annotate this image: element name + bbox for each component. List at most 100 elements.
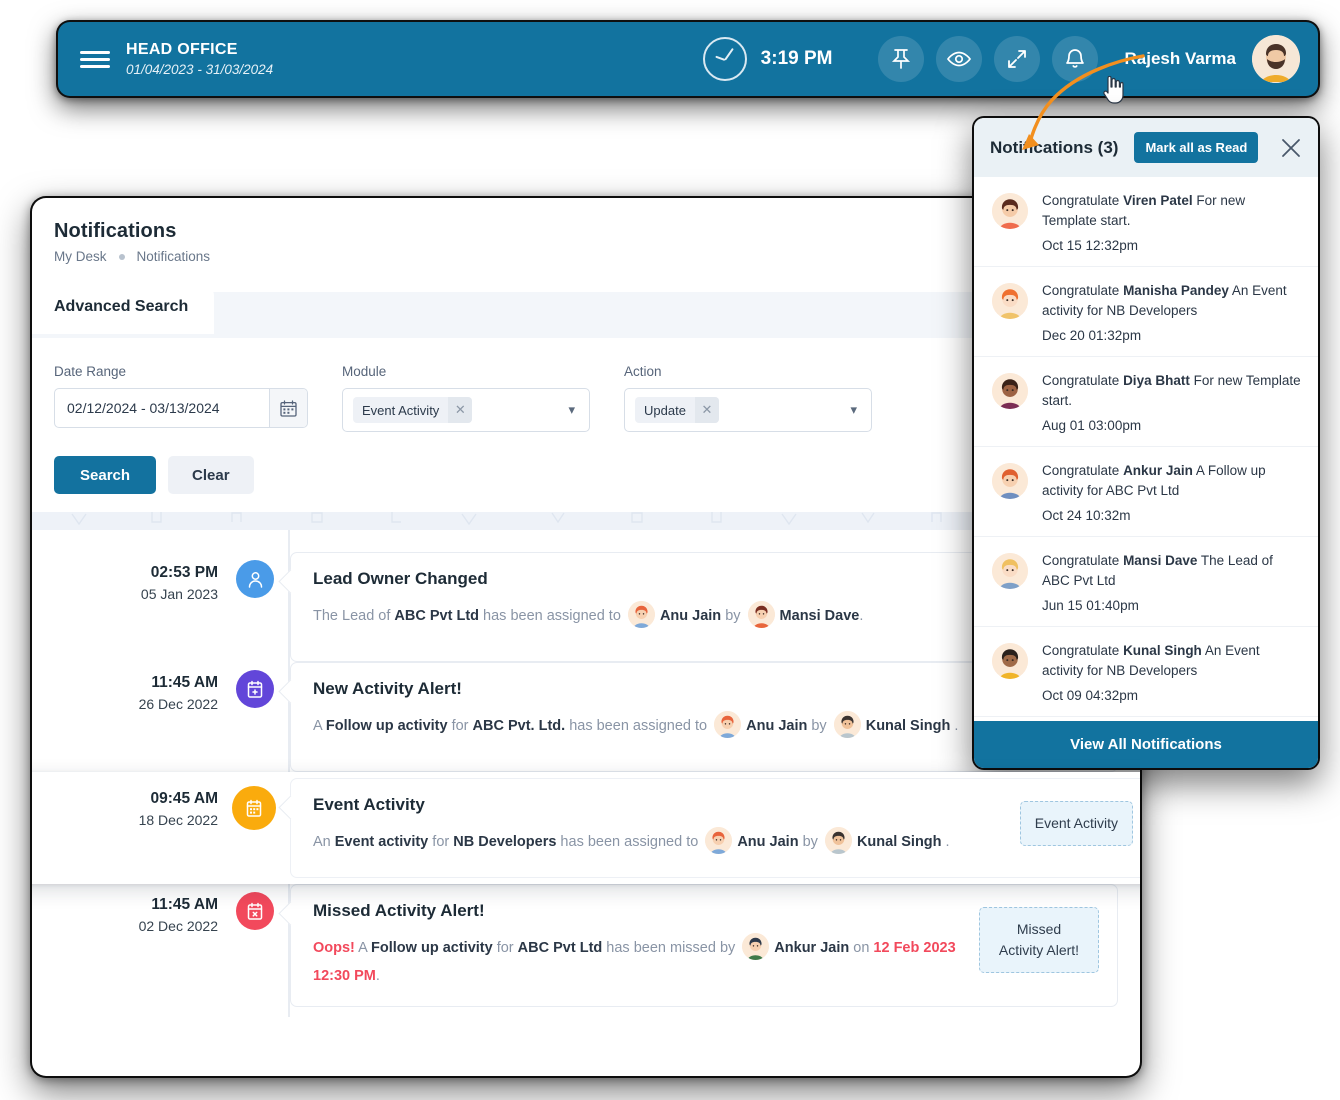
desc-emphasis: Anu Jain (746, 718, 807, 734)
search-fields: Date Range 02/12/2024 - 03/13/2024 Modul… (54, 364, 1118, 432)
user-name: Rajesh Varma (1124, 49, 1236, 69)
notification-item[interactable]: Congratulate Manisha Pandey An Event act… (974, 267, 1318, 357)
notification-timestamp: Dec 20 01:32pm (1042, 328, 1302, 343)
desc-text: by (799, 834, 822, 850)
desc-text: A (355, 940, 371, 956)
notification-prefix: Congratulate (1042, 463, 1123, 478)
timeline-card[interactable]: Missed Activity Alert!Oops! A Follow up … (290, 884, 1118, 1007)
calendar-plus-icon (236, 670, 274, 708)
notifications-dropdown: Notifications (3) Mark all as Read Congr… (974, 118, 1318, 768)
date-range-input[interactable]: 02/12/2024 - 03/13/2024 (54, 388, 308, 428)
pin-icon[interactable] (878, 36, 924, 82)
notification-content: Congratulate Manisha Pandey An Event act… (1042, 281, 1302, 343)
notification-content: Congratulate Diya Bhatt For new Template… (1042, 371, 1302, 433)
desc-emphasis: ABC Pvt. Ltd. (473, 718, 566, 734)
notification-person-name: Mansi Dave (1123, 553, 1197, 568)
bell-icon[interactable] (1052, 36, 1098, 82)
inline-avatar (714, 711, 741, 738)
timeline-timestamp: 02:53 PM05 Jan 2023 (32, 552, 234, 662)
desc-text: for (493, 940, 518, 956)
desc-text: by (807, 718, 830, 734)
clock-icon (703, 37, 747, 81)
calendar-icon (232, 786, 276, 830)
inline-avatar (628, 601, 655, 628)
breadcrumb-separator-icon (119, 254, 125, 260)
notification-content: Congratulate Ankur Jain A Follow up acti… (1042, 461, 1302, 523)
desc-text: The Lead of (313, 608, 394, 624)
notification-prefix: Congratulate (1042, 373, 1123, 388)
status-badge[interactable]: Event Activity (1020, 801, 1133, 846)
search-button[interactable]: Search (54, 456, 156, 494)
desc-text: . (942, 834, 950, 850)
desc-emphasis: Anu Jain (660, 608, 721, 624)
timeline-timestamp: 11:45 AM26 Dec 2022 (32, 662, 234, 772)
action-chip: Update ✕ (635, 397, 719, 423)
desc-text: . (950, 718, 958, 734)
hamburger-icon[interactable] (80, 47, 110, 72)
notification-item[interactable]: Congratulate Kunal Singh An Event activi… (974, 627, 1318, 717)
user-icon (236, 560, 274, 598)
office-name: HEAD OFFICE (126, 40, 273, 60)
notification-avatar (992, 643, 1028, 679)
notification-message: Congratulate Viren Patel For new Templat… (1042, 191, 1302, 231)
desc-text: A (313, 718, 326, 734)
action-chip-remove-icon[interactable]: ✕ (695, 397, 719, 423)
timeline-card-title: Event Activity (313, 795, 1006, 815)
timeline-card-title: Missed Activity Alert! (313, 901, 965, 921)
close-icon[interactable] (1280, 137, 1302, 159)
eye-icon[interactable] (936, 36, 982, 82)
notification-item[interactable]: Congratulate Diya Bhatt For new Template… (974, 357, 1318, 447)
timeline-card-description: Oops! A Follow up activity for ABC Pvt L… (313, 933, 965, 990)
mark-all-as-read-button[interactable]: Mark all as Read (1134, 132, 1258, 163)
breadcrumb-root[interactable]: My Desk (54, 249, 107, 264)
timeline-row[interactable]: 09:45 AM18 Dec 2022Event ActivityAn Even… (32, 772, 1140, 884)
desc-text: for (428, 834, 453, 850)
notification-prefix: Congratulate (1042, 553, 1123, 568)
module-chip-label: Event Activity (353, 403, 448, 418)
notification-timestamp: Oct 24 10:32m (1042, 508, 1302, 523)
notification-avatar (992, 283, 1028, 319)
notification-prefix: Congratulate (1042, 283, 1123, 298)
desc-emphasis: Kunal Singh (857, 834, 942, 850)
desc-emphasis: Follow up activity (326, 718, 448, 734)
view-all-notifications-button[interactable]: View All Notifications (974, 721, 1318, 768)
desc-text: An (313, 834, 335, 850)
action-select[interactable]: Update ✕ ▾ (624, 388, 872, 432)
notification-item[interactable]: Congratulate Viren Patel For new Templat… (974, 177, 1318, 267)
notification-avatar (992, 373, 1028, 409)
timeline-date: 05 Jan 2023 (32, 586, 218, 602)
status-badge[interactable]: Missed Activity Alert! (979, 907, 1099, 973)
chevron-down-icon[interactable]: ▾ (850, 402, 863, 418)
date-range-value: 02/12/2024 - 03/13/2024 (55, 400, 269, 416)
action-label: Action (624, 364, 872, 379)
date-range-field: Date Range 02/12/2024 - 03/13/2024 (54, 364, 308, 432)
clock-widget: 3:19 PM (703, 37, 833, 81)
notification-item[interactable]: Congratulate Mansi Dave The Lead of ABC … (974, 537, 1318, 627)
expand-icon[interactable] (994, 36, 1040, 82)
calendar-x-icon (236, 892, 274, 930)
timeline-card-title: New Activity Alert! (313, 679, 965, 699)
action-chip-label: Update (635, 403, 695, 418)
office-date-range: 01/04/2023 - 31/03/2024 (126, 62, 273, 79)
timeline-card-description: The Lead of ABC Pvt Ltd has been assigne… (313, 601, 965, 630)
timeline-row[interactable]: 11:45 AM02 Dec 2022Missed Activity Alert… (32, 884, 1140, 1007)
timeline-time: 09:45 AM (32, 790, 218, 808)
module-select[interactable]: Event Activity ✕ ▾ (342, 388, 590, 432)
search-button-row: Search Clear (54, 456, 1118, 494)
timeline-card[interactable]: Event ActivityAn Event activity for NB D… (290, 778, 1140, 878)
notifications-count-title: Notifications (3) (990, 138, 1118, 158)
desc-text: has been assigned to (556, 834, 702, 850)
screenshot-root: HEAD OFFICE 01/04/2023 - 31/03/2024 3:19… (0, 0, 1340, 1100)
avatar[interactable] (1252, 35, 1300, 83)
timeline-bullet-column (234, 778, 290, 878)
module-chip-remove-icon[interactable]: ✕ (448, 397, 472, 423)
notification-item[interactable]: Congratulate Ankur Jain A Follow up acti… (974, 447, 1318, 537)
tab-advanced-search[interactable]: Advanced Search (32, 282, 214, 334)
desc-emphasis: Anu Jain (737, 834, 798, 850)
chevron-down-icon[interactable]: ▾ (568, 402, 581, 418)
clear-button[interactable]: Clear (168, 456, 254, 494)
desc-emphasis: ABC Pvt Ltd (394, 608, 479, 624)
calendar-icon[interactable] (269, 389, 307, 427)
notification-message: Congratulate Ankur Jain A Follow up acti… (1042, 461, 1302, 501)
notification-timestamp: Oct 15 12:32pm (1042, 238, 1302, 253)
